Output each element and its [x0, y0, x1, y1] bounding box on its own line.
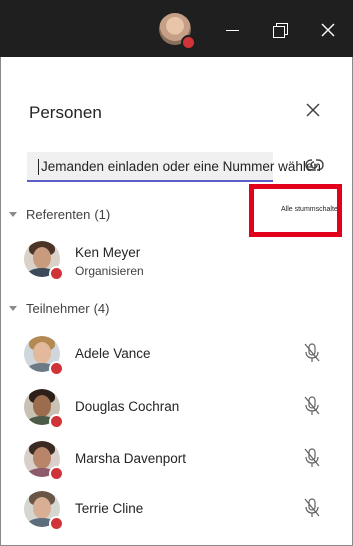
presence-status-icon	[49, 466, 64, 481]
restore-button[interactable]	[262, 12, 298, 48]
collapse-chevron-icon	[9, 211, 17, 217]
participant-name: Terrie Cline	[75, 501, 144, 516]
collapse-chevron-icon	[9, 305, 17, 311]
text-caret	[38, 159, 39, 175]
presence-status-icon	[181, 35, 196, 50]
minimize-icon	[225, 29, 239, 31]
close-window-button[interactable]	[310, 12, 346, 48]
close-panel-button[interactable]	[301, 98, 325, 122]
share-link-icon[interactable]	[304, 157, 324, 173]
participant-row[interactable]: Douglas Cochran	[24, 389, 344, 437]
participant-name: Adele Vance	[75, 346, 151, 361]
participant-role: Organisieren	[75, 264, 144, 278]
presence-status-icon	[49, 266, 64, 281]
presenters-label: Referenten	[26, 206, 91, 222]
presenters-section-header[interactable]: Referenten (1)	[9, 204, 110, 224]
participant-name: Ken Meyer	[75, 245, 141, 260]
participant-row[interactable]: Terrie Cline	[24, 491, 344, 539]
mic-off-icon[interactable]	[302, 447, 322, 469]
attendees-count: (4)	[93, 300, 110, 316]
mic-off-icon[interactable]	[302, 497, 322, 519]
invite-placeholder: Jemanden einladen oder eine Nummer wähle…	[41, 159, 321, 174]
mic-off-icon[interactable]	[302, 342, 322, 364]
close-icon	[321, 23, 335, 37]
participant-row[interactable]: Ken Meyer Organisieren	[24, 241, 344, 289]
participant-row[interactable]: Adele Vance	[24, 336, 344, 384]
presenters-count: (1)	[94, 206, 111, 222]
mic-off-icon[interactable]	[302, 395, 322, 417]
panel-title: Personen	[29, 103, 102, 122]
presence-status-icon	[49, 414, 64, 429]
restore-icon	[273, 23, 288, 38]
participant-name: Douglas Cochran	[75, 399, 180, 414]
participant-name: Marsha Davenport	[75, 451, 187, 466]
participant-row[interactable]: Marsha Davenport	[24, 441, 344, 489]
presence-status-icon	[49, 516, 64, 531]
annotation-highlight-box	[249, 184, 342, 237]
invite-input[interactable]: Jemanden einladen oder eine Nummer wähle…	[27, 152, 321, 182]
attendees-label: Teilnehmer	[26, 300, 90, 316]
presence-status-icon	[49, 361, 64, 376]
minimize-button[interactable]	[214, 12, 250, 48]
title-bar	[0, 0, 353, 57]
attendees-section-header[interactable]: Teilnehmer (4)	[9, 298, 109, 318]
